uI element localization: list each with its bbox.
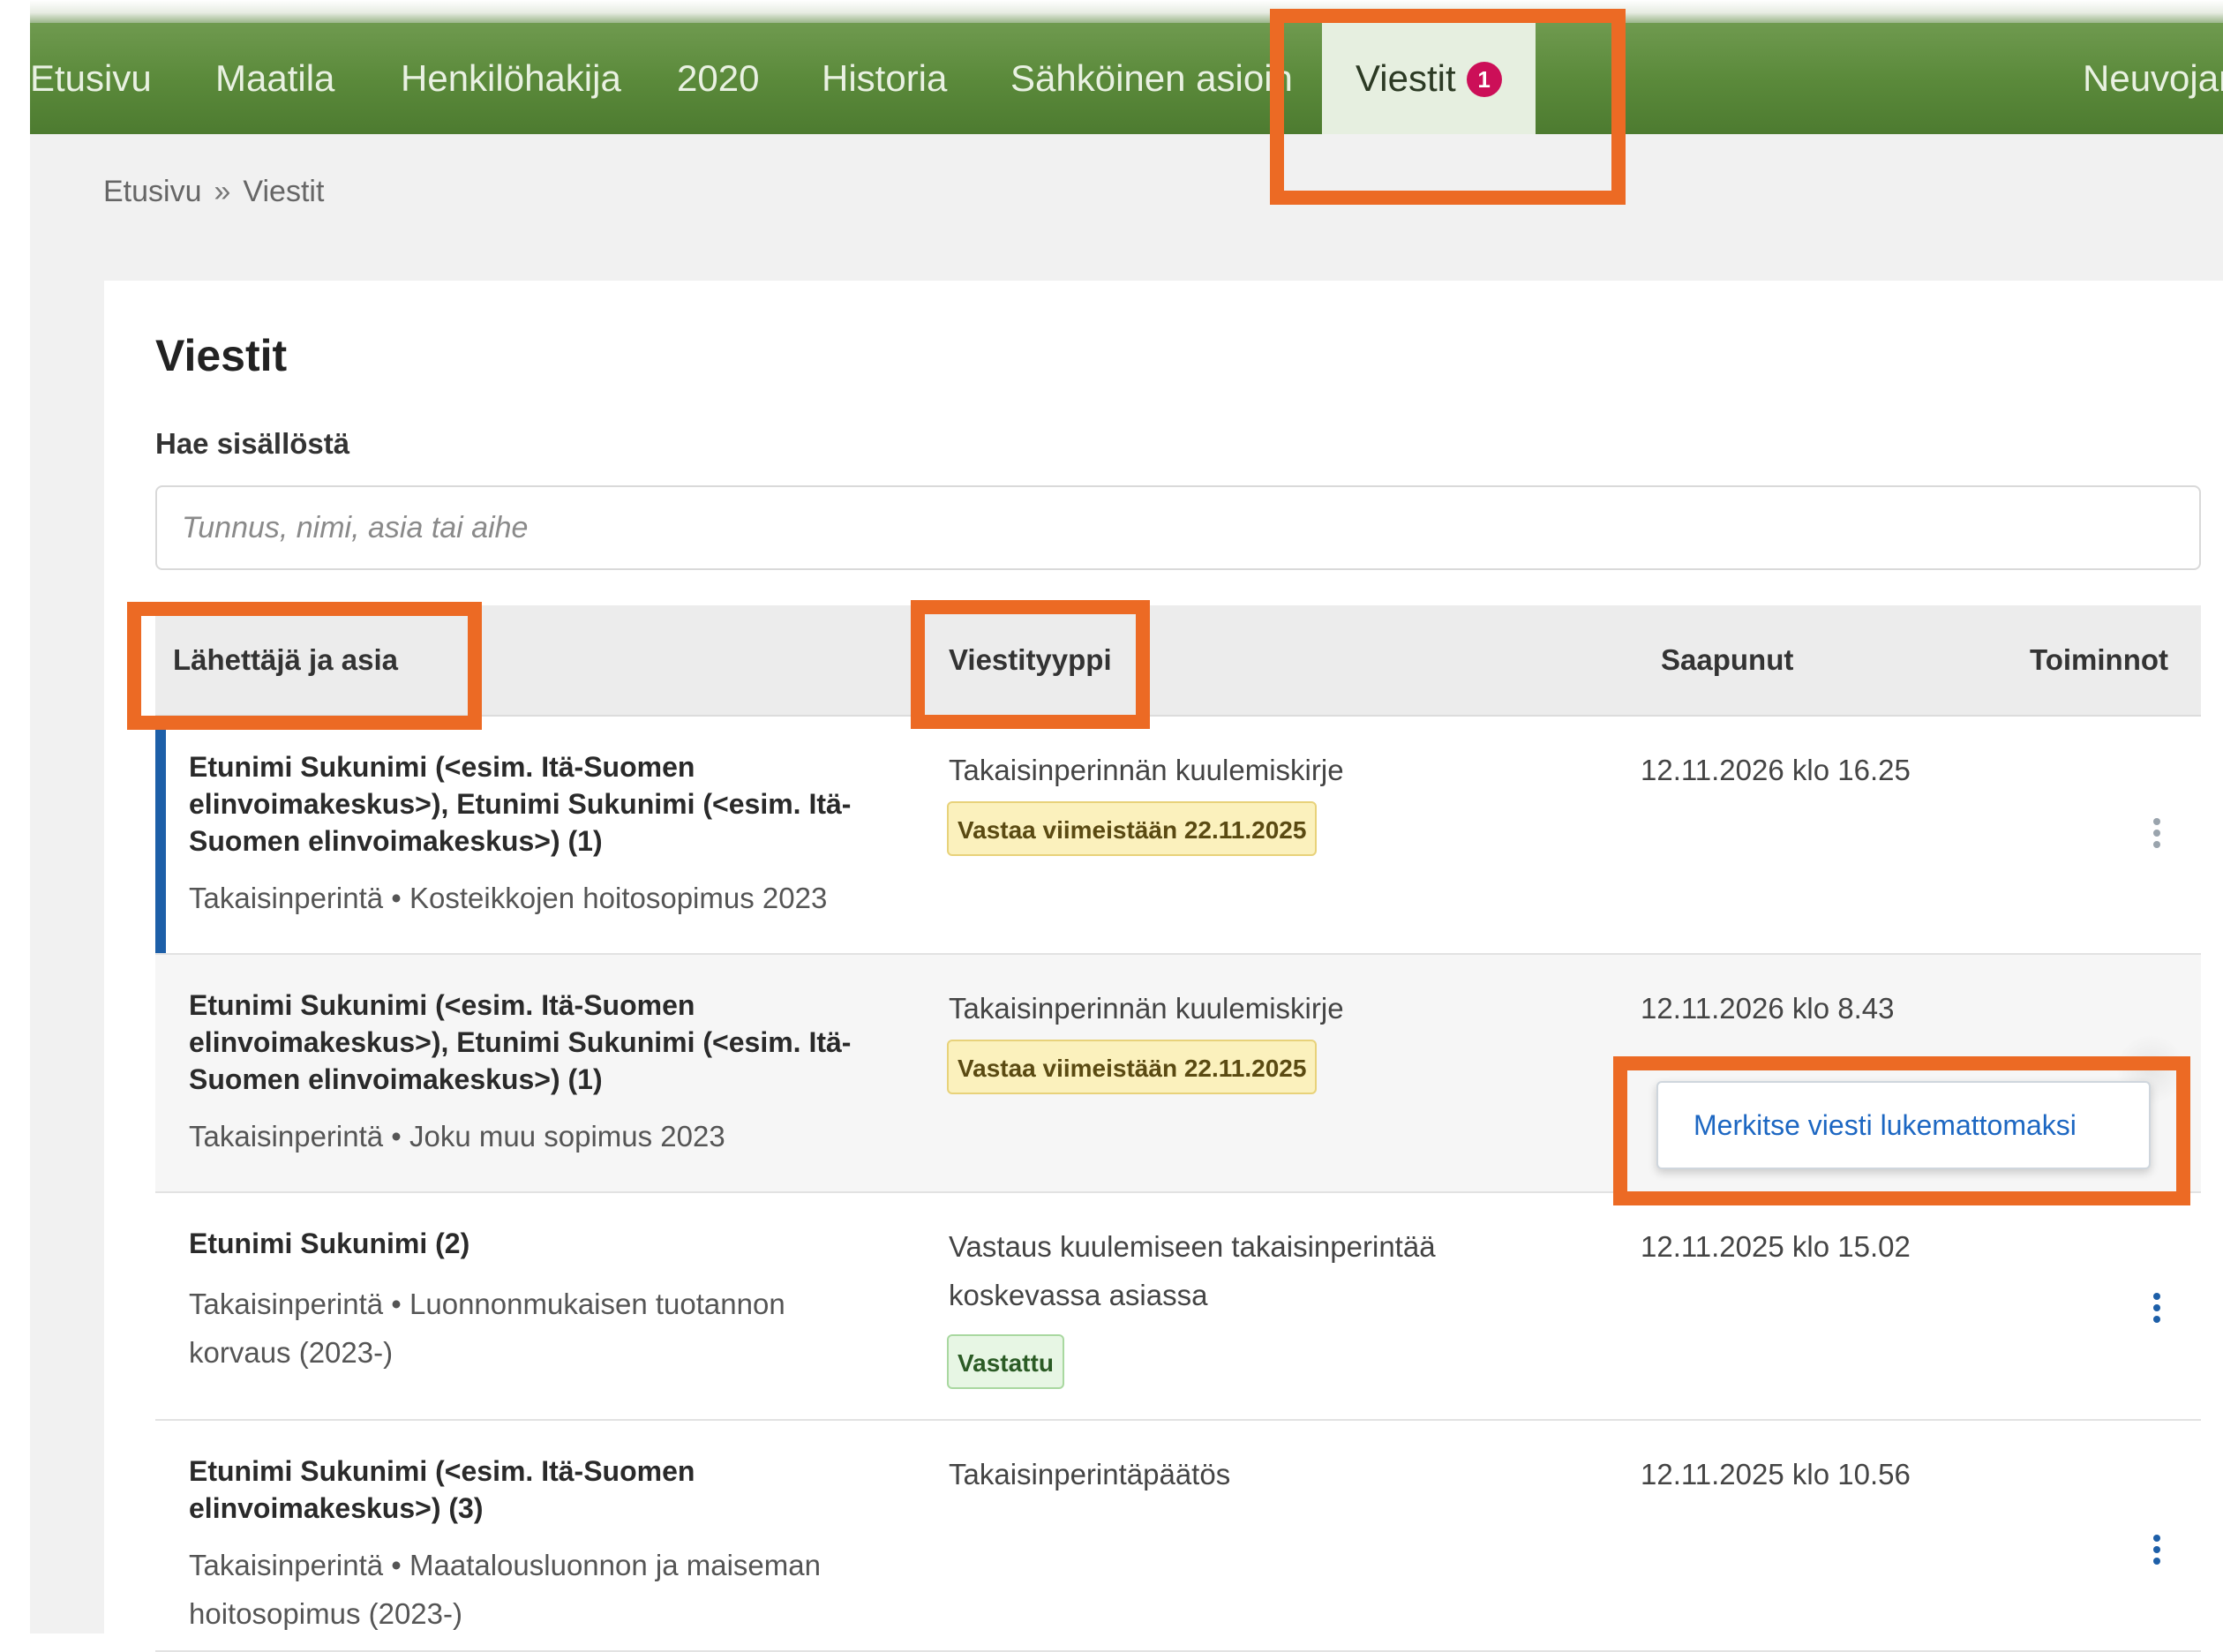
highlight-box-viestit-tab [1270,9,1626,205]
message-type: Takaisinperintäpäätös [949,1458,1231,1491]
nav-neuvojan[interactable]: Neuvojan [2083,23,2223,134]
message-topic: Takaisinperintä • Luonnonmukaisen tuotan… [189,1288,785,1369]
message-type: Vastaus kuulemiseen takaisinperintää kos… [949,1230,1436,1311]
page-title: Viestit [155,331,288,380]
arrived-date: 12.11.2026 klo 8.43 [1641,992,1895,1025]
nav-2020[interactable]: 2020 [677,23,759,134]
nav-historia[interactable]: Historia [822,23,947,134]
breadcrumb: Etusivu » Viestit [103,175,324,209]
highlight-box-type-header [911,600,1150,729]
message-topic: Takaisinperintä • Joku muu sopimus 2023 [189,1120,725,1153]
main-navigation: Etusivu Maatila Henkilöhakija 2020 Histo… [30,23,2223,134]
breadcrumb-current: Viestit [243,175,325,208]
search-label: Hae sisällöstä [155,427,350,460]
deadline-tag: Vastaa viimeistään 22.11.2025 [947,801,1318,856]
message-sender: Etunimi Sukunimi (2) [189,1228,470,1259]
arrived-date: 12.11.2025 klo 10.56 [1641,1458,1911,1491]
message-topic: Takaisinperintä • Kosteikkojen hoitosopi… [189,882,828,914]
message-sender: Etunimi Sukunimi (<esim. Itä-Suomen elin… [189,751,852,857]
deadline-tag: Vastaa viimeistään 22.11.2025 [947,1040,1318,1094]
column-header-actions: Toiminnot [2030,643,2169,676]
nav-henkilohakija[interactable]: Henkilöhakija [401,23,621,134]
breadcrumb-home-link[interactable]: Etusivu [103,175,202,208]
search-input[interactable] [155,485,2201,570]
message-type: Takaisinperinnän kuulemiskirje [949,754,1344,786]
more-actions-icon[interactable] [2141,1288,2173,1338]
breadcrumb-separator: » [214,175,231,208]
message-sender: Etunimi Sukunimi (<esim. Itä-Suomen elin… [189,1455,695,1524]
status-tag: Vastattu [947,1334,1064,1389]
highlight-box-sender-header [127,602,482,730]
message-sender: Etunimi Sukunimi (<esim. Itä-Suomen elin… [189,989,852,1095]
table-row[interactable]: Etunimi Sukunimi (2) Takaisinperintä • L… [155,1193,2201,1421]
more-actions-icon[interactable] [2141,814,2173,863]
message-type: Takaisinperinnän kuulemiskirje [949,992,1344,1025]
more-actions-icon[interactable] [2141,1530,2173,1580]
table-row[interactable]: Etunimi Sukunimi (<esim. Itä-Suomen elin… [155,1421,2201,1652]
highlight-box-mark-unread [1613,1056,2190,1205]
nav-etusivu[interactable]: Etusivu [30,23,152,134]
nav-maatila[interactable]: Maatila [215,23,334,134]
message-topic: Takaisinperintä • Maatalousluonnon ja ma… [189,1549,821,1630]
table-row[interactable]: Etunimi Sukunimi (<esim. Itä-Suomen elin… [155,717,2201,955]
arrived-date: 12.11.2026 klo 16.25 [1641,754,1911,786]
arrived-date: 12.11.2025 klo 15.02 [1641,1230,1911,1263]
header-banner [30,0,2223,23]
nav-sahkoinen-asiointi[interactable]: Sähköinen asioin [1010,23,1293,134]
column-header-arrived[interactable]: Saapunut [1661,605,1793,715]
